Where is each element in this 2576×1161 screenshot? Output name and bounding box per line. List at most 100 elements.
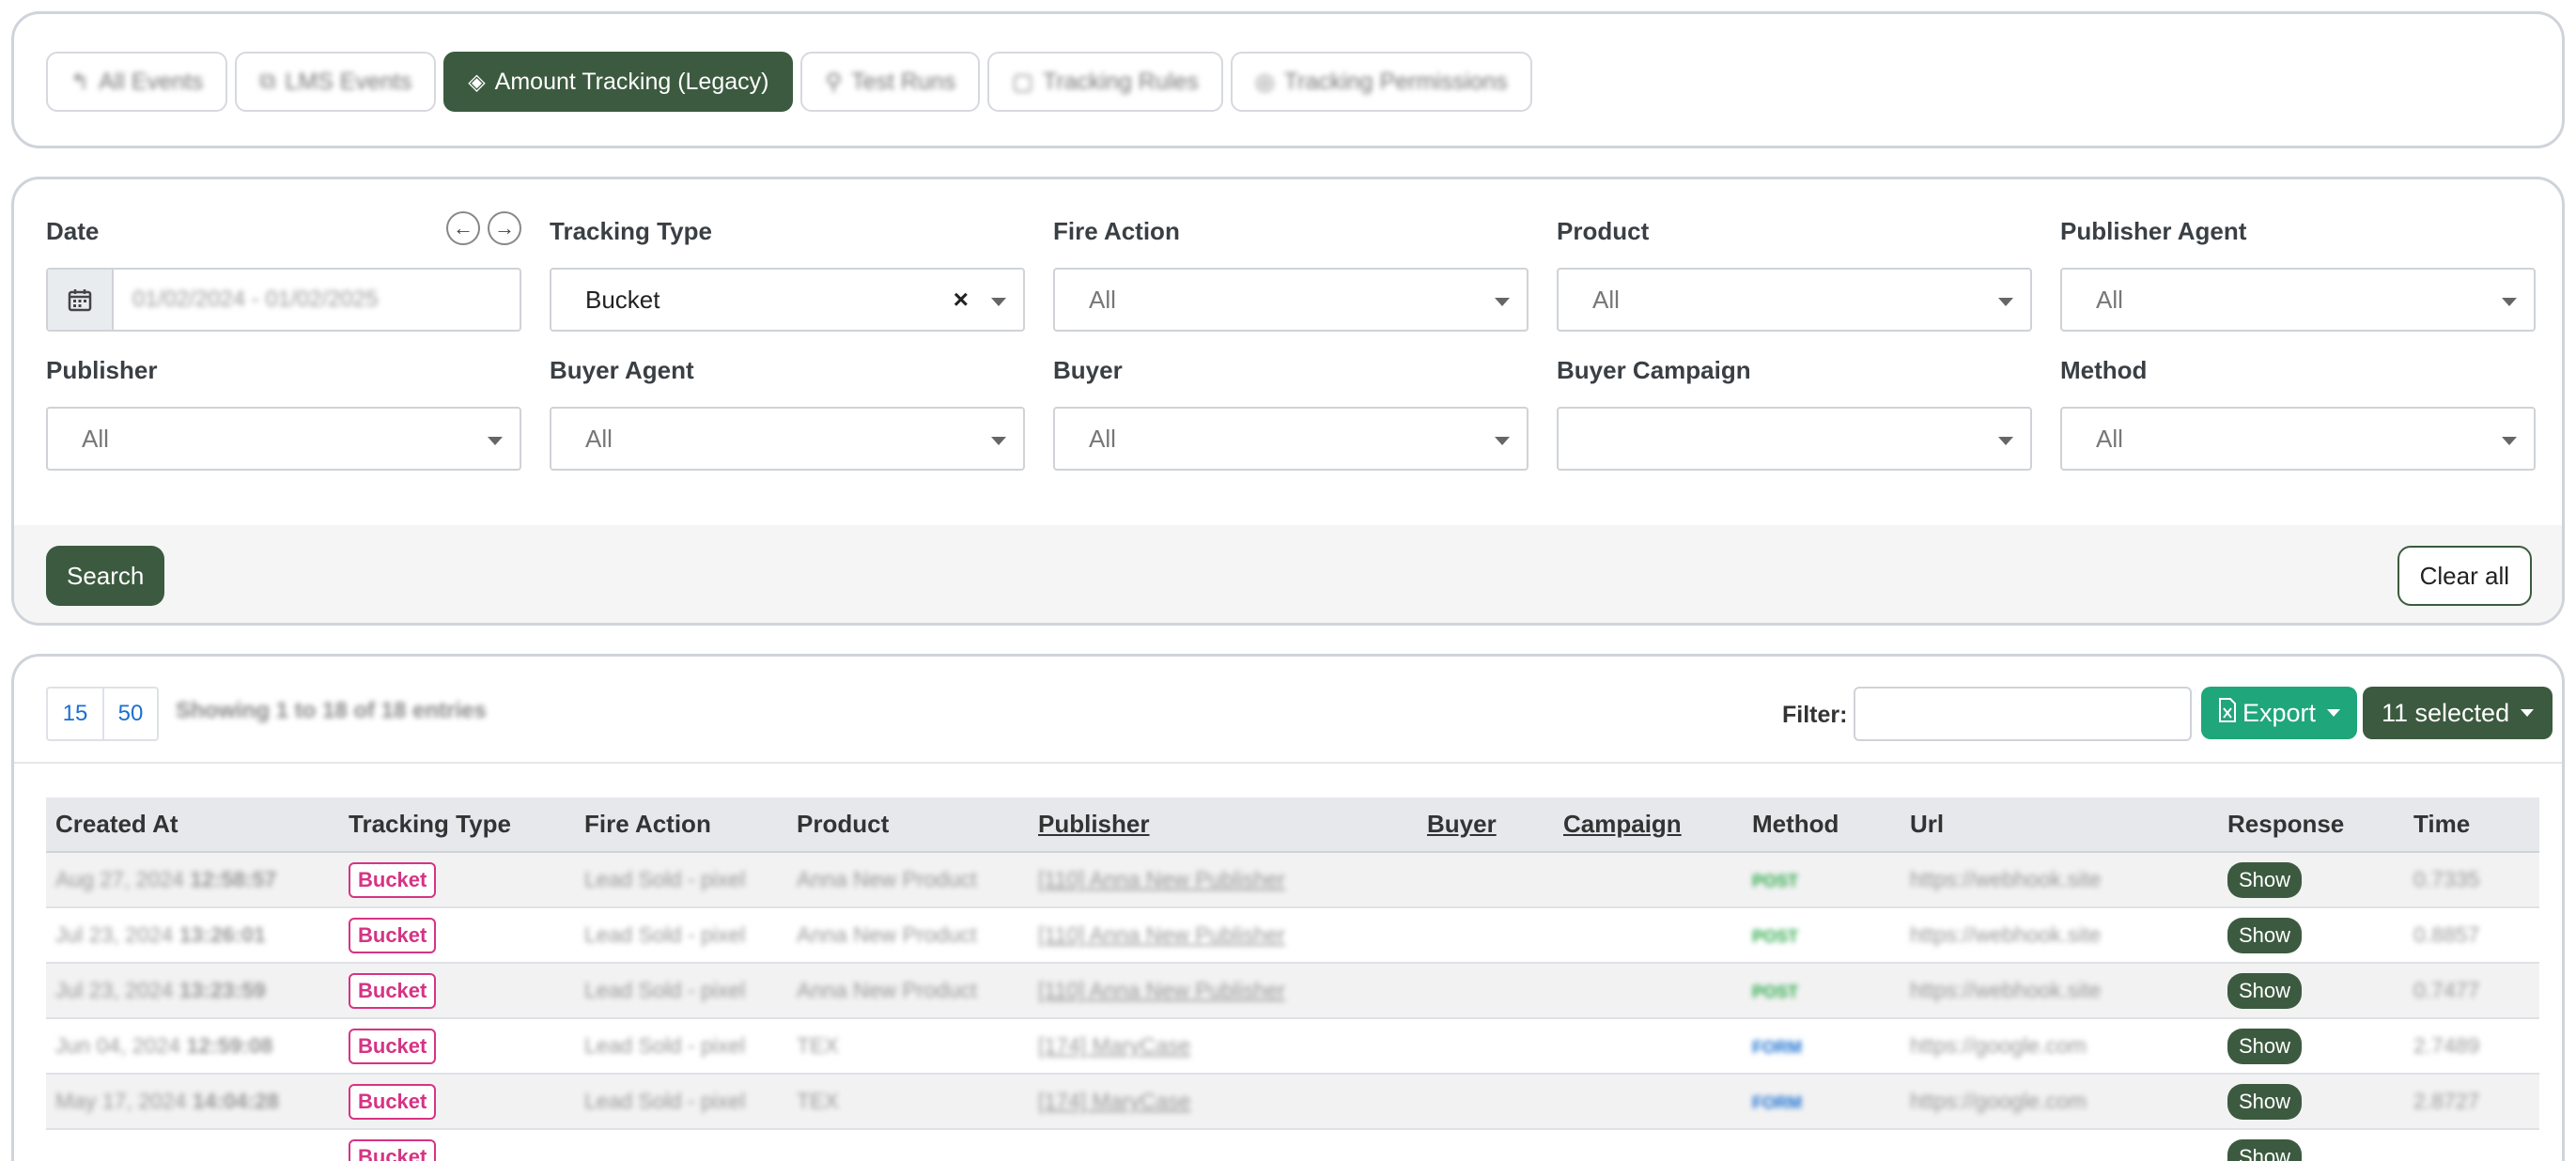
buyer-select[interactable]: All xyxy=(1053,407,1529,471)
table-cell: [110] Anna New Publisher xyxy=(1029,852,1418,907)
columns-selected-button[interactable]: 11 selected xyxy=(2363,687,2553,739)
table-row[interactable]: Jul 23, 2024 13:23:59BucketLead Sold - p… xyxy=(46,963,2539,1018)
table-cell: 0.8857 xyxy=(2404,907,2539,963)
table-row[interactable]: Bucket Show xyxy=(46,1129,2539,1161)
table-cell: Bucket xyxy=(339,1129,575,1161)
tab-label: Amount Tracking (Legacy) xyxy=(495,69,769,96)
publisher-label: Publisher xyxy=(46,356,521,388)
created-at: Aug 27, 2024 12:58:57 xyxy=(55,867,276,891)
search-button[interactable]: Search xyxy=(46,546,164,606)
table-header-row: Created AtTracking TypeFire ActionProduc… xyxy=(46,797,2539,852)
tab-tracking-permissions[interactable]: ◎Tracking Permissions xyxy=(1231,52,1532,112)
tab-label: Tracking Permissions xyxy=(1284,69,1508,96)
column-header-method: Method xyxy=(1743,797,1901,852)
tab-label: Test Runs xyxy=(851,69,955,96)
tab-all-events[interactable]: ↰All Events xyxy=(46,52,227,112)
table-cell xyxy=(1554,852,1743,907)
clear-icon[interactable]: × xyxy=(954,285,969,315)
tab-tracking-rules[interactable]: ▢ Tracking Rules xyxy=(987,52,1222,112)
publisher-agent-select[interactable]: All xyxy=(2060,268,2536,332)
table-cell xyxy=(1418,1074,1554,1129)
table-cell: 2.7489 xyxy=(2404,1018,2539,1074)
date-range-input[interactable]: 01/02/2024 - 01/02/2025 xyxy=(46,268,521,332)
chevron-down-icon xyxy=(991,298,1006,306)
method-value: All xyxy=(2096,425,2123,454)
publisher-agent-filter: Publisher Agent All xyxy=(2060,217,2536,332)
chevron-down-icon xyxy=(991,437,1006,445)
table-cell: Jun 04, 2024 12:59:08 xyxy=(46,1018,339,1074)
column-header-fire-action: Fire Action xyxy=(575,797,787,852)
table-cell xyxy=(2404,1129,2539,1161)
tab-content: ↰All Events xyxy=(70,69,203,96)
clipboard-icon: ▢ xyxy=(1012,69,1033,96)
table-cell: Lead Sold - pixel xyxy=(575,907,787,963)
show-response-button[interactable]: Show xyxy=(2227,1029,2302,1064)
show-response-button[interactable]: Show xyxy=(2227,1139,2302,1161)
created-time: 12:59:08 xyxy=(186,1033,272,1058)
product-select[interactable]: All xyxy=(1557,268,2032,332)
method: POST xyxy=(1752,872,1798,890)
method-select[interactable]: All xyxy=(2060,407,2536,471)
table-cell: Anna New Product xyxy=(787,907,1029,963)
caret-down-icon xyxy=(2521,709,2534,717)
tab-lms-events[interactable]: ⧉LMS Events xyxy=(235,52,436,112)
results-panel: 15 50 Showing 1 to 18 of 18 entries Filt… xyxy=(11,654,2565,1161)
publisher-link[interactable]: [110] Anna New Publisher xyxy=(1038,922,1285,947)
nav-tabs: ↰All Events ⧉LMS Events ◈Amount Tracking (… xyxy=(46,52,1532,112)
publisher-link[interactable]: [174] MaryCase xyxy=(1038,1033,1190,1058)
table-cell: https://webhook.site xyxy=(1901,907,2218,963)
column-header-label: Fire Action xyxy=(584,810,711,838)
publisher-link[interactable]: [174] MaryCase xyxy=(1038,1089,1190,1113)
page-size-50[interactable]: 50 xyxy=(102,689,157,739)
show-response-button[interactable]: Show xyxy=(2227,918,2302,953)
tab-content: ⚲Test Runs xyxy=(825,69,955,96)
created-at: May 17, 2024 14:04:28 xyxy=(55,1089,279,1113)
buyer-campaign-select[interactable] xyxy=(1557,407,2032,471)
columns-selected-label: 11 selected xyxy=(2382,699,2509,728)
fire-action-value: All xyxy=(1089,286,1116,315)
method: FORM xyxy=(1752,1093,1802,1112)
table-cell xyxy=(1418,852,1554,907)
show-response-button[interactable]: Show xyxy=(2227,1084,2302,1120)
calendar-icon xyxy=(48,270,114,330)
show-response-button[interactable]: Show xyxy=(2227,973,2302,1009)
url: https://webhook.site xyxy=(1910,867,2101,891)
created-date: Jun 04, 2024 xyxy=(55,1033,180,1058)
buyer-agent-select[interactable]: All xyxy=(550,407,1025,471)
tab-label: Tracking Rules xyxy=(1043,69,1199,96)
tracking-type-select[interactable]: Bucket × xyxy=(550,268,1025,332)
fire-action: Lead Sold - pixel xyxy=(584,1033,745,1058)
table-cell: Bucket xyxy=(339,907,575,963)
publisher-link[interactable]: [110] Anna New Publisher xyxy=(1038,978,1285,1002)
clear-all-button[interactable]: Clear all xyxy=(2398,546,2532,606)
copy-icon: ⧉ xyxy=(259,69,275,95)
publisher-select[interactable]: All xyxy=(46,407,521,471)
column-header-campaign[interactable]: Campaign xyxy=(1554,797,1743,852)
tab-content: ⧉LMS Events xyxy=(259,69,411,96)
arrow-left-icon[interactable]: ← xyxy=(446,211,480,245)
tabs-panel: ↰All Events ⧉LMS Events ◈Amount Tracking (… xyxy=(11,11,2565,148)
export-button[interactable]: Export xyxy=(2201,687,2357,739)
show-response-button[interactable]: Show xyxy=(2227,862,2302,898)
page-size-15[interactable]: 15 xyxy=(48,689,102,739)
table-row[interactable]: Jul 23, 2024 13:26:01BucketLead Sold - p… xyxy=(46,907,2539,963)
buyer-agent-label: Buyer Agent xyxy=(550,356,1025,388)
column-header-label: Response xyxy=(2227,810,2344,838)
table-row[interactable]: Aug 27, 2024 12:58:57BucketLead Sold - p… xyxy=(46,852,2539,907)
table-row[interactable]: Jun 04, 2024 12:59:08BucketLead Sold - p… xyxy=(46,1018,2539,1074)
tracking-type-label: Tracking Type xyxy=(550,217,1025,249)
fire-action-select[interactable]: All xyxy=(1053,268,1529,332)
chevron-down-icon xyxy=(1495,298,1510,306)
publisher-link[interactable]: [110] Anna New Publisher xyxy=(1038,867,1285,891)
created-date: Jul 23, 2024 xyxy=(55,922,173,947)
column-header-buyer[interactable]: Buyer xyxy=(1418,797,1554,852)
tab-amount-tracking-legacy[interactable]: ◈Amount Tracking (Legacy) xyxy=(443,52,793,112)
table-cell: Show xyxy=(2218,907,2404,963)
column-header-publisher[interactable]: Publisher xyxy=(1029,797,1418,852)
table-cell: Show xyxy=(2218,1074,2404,1129)
table-row[interactable]: May 17, 2024 14:04:28BucketLead Sold - p… xyxy=(46,1074,2539,1129)
filter-input[interactable] xyxy=(1854,687,2192,741)
tracking-type-value: Bucket xyxy=(585,286,660,315)
tab-test-runs[interactable]: ⚲Test Runs xyxy=(800,52,980,112)
arrow-right-icon[interactable]: → xyxy=(488,211,521,245)
